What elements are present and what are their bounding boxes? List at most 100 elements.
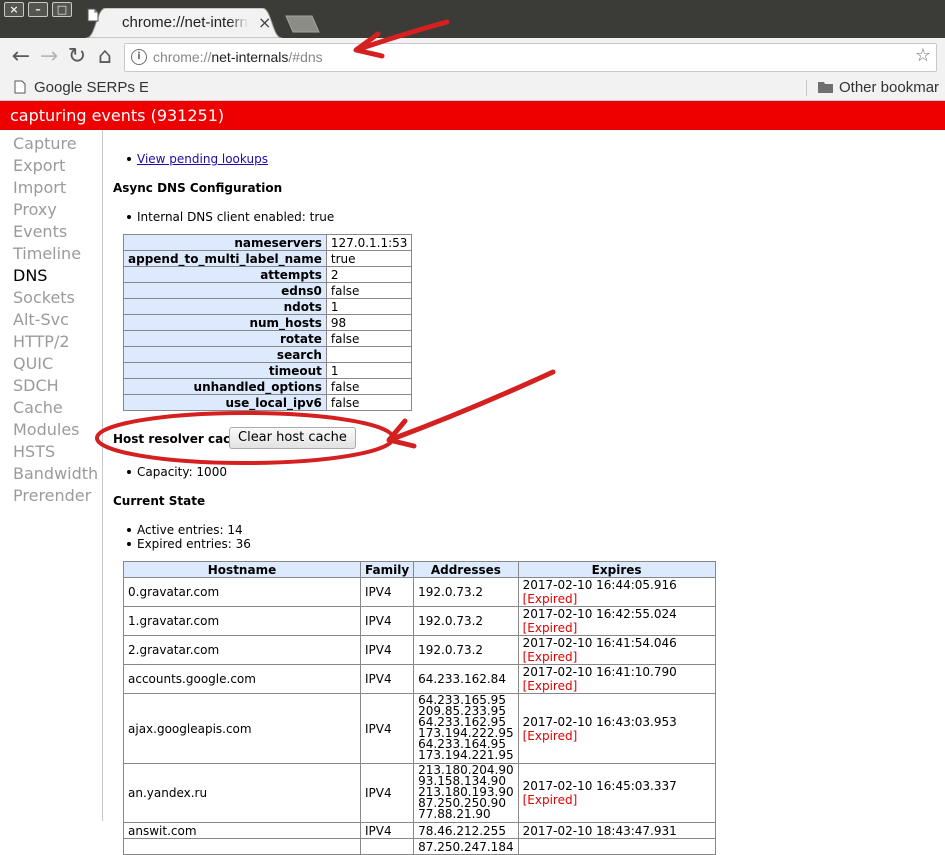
sidebar-item-alt-svc[interactable]: Alt-Svc (0, 309, 102, 331)
expires-cell: 2017-02-10 16:42:55.024 [Expired] (517, 606, 716, 636)
config-key: edns0 (123, 282, 327, 299)
bookmark-label: Google SERPs Ex (34, 79, 148, 96)
family-cell: IPV4 (359, 822, 415, 839)
expires-time: 2017-02-10 16:41:54.046 (522, 636, 677, 650)
expired-badge: [Expired] (522, 728, 578, 743)
table-row: 87.250.247.184 (123, 838, 716, 855)
expires-cell (517, 838, 716, 855)
config-value: 98 (325, 314, 413, 331)
forward-arrow-icon[interactable]: → (36, 42, 62, 72)
sidebar-item-prerender[interactable]: Prerender (0, 485, 102, 507)
tab-strip: × – □ chrome://net-internals/#dns × (0, 0, 945, 38)
config-key: unhandled_options (123, 378, 327, 395)
maximize-window-button[interactable]: □ (52, 2, 72, 17)
family-cell: IPV4 (359, 693, 415, 764)
sidebar-item-bandwidth[interactable]: Bandwidth (0, 463, 102, 485)
address: 78.46.212.255 (418, 823, 506, 838)
address: 173.194.221.95 (418, 748, 514, 762)
config-value: 1 (325, 298, 413, 315)
url-scheme: chrome:// (153, 49, 212, 65)
sidebar-item-sdch[interactable]: SDCH (0, 375, 102, 397)
config-key: rotate (123, 330, 327, 347)
config-row: rotate false (123, 330, 413, 347)
table-row: 1.gravatar.com IPV4 192.0.73.2 2017-02-10 1… (123, 606, 716, 636)
toolbar: ← → ↻ ⌂ i chrome://net-internals/#dns ☆ (0, 38, 945, 76)
tab-net-internals[interactable]: chrome://net-internals/#dns × (86, 8, 282, 38)
sidebar-item-export[interactable]: Export (0, 155, 102, 177)
expires-cell: 2017-02-10 16:45:03.337 [Expired] (517, 763, 716, 823)
column-header[interactable]: Hostname (123, 561, 361, 578)
bookmarks-bar: Google SERPs Ex Other bookmar (0, 76, 945, 101)
address-bar[interactable]: i chrome://net-internals/#dns ☆ (124, 43, 937, 72)
sidebar-item-modules[interactable]: Modules (0, 419, 102, 441)
active-entries: Active entries: 14 (103, 523, 503, 537)
new-tab-button[interactable] (282, 15, 322, 33)
home-icon[interactable]: ⌂ (92, 42, 118, 72)
config-value: 1 (325, 362, 413, 379)
config-row: timeout 1 (123, 362, 413, 379)
column-header[interactable]: Family (359, 561, 415, 578)
sidebar-item-cache[interactable]: Cache (0, 397, 102, 419)
sidebar-item-events[interactable]: Events (0, 221, 102, 243)
sidebar-item-quic[interactable]: QUIC (0, 353, 102, 375)
other-bookmarks-label: Other bookmar (839, 79, 940, 96)
config-key: search (123, 346, 327, 363)
config-key: ndots (123, 298, 327, 315)
sidebar-list: Capture Export Import Proxy Events Timeline DN… (0, 130, 102, 507)
sidebar-item-sockets[interactable]: Sockets (0, 287, 102, 309)
current-state-heading: Current State (113, 494, 206, 508)
family-cell: IPV4 (359, 606, 415, 636)
config-row: search (123, 346, 413, 363)
column-header[interactable]: Expires (517, 561, 716, 578)
minimize-window-button[interactable]: – (28, 2, 48, 17)
family-cell: IPV4 (359, 577, 415, 607)
other-bookmarks[interactable]: Other bookmar (818, 76, 945, 100)
host-cache-table: Hostname Family Addresses Expires 0.gravata… (123, 561, 716, 855)
sidebar-item-http-2[interactable]: HTTP/2 (0, 331, 102, 353)
sidebar-item-hsts[interactable]: HSTS (0, 441, 102, 463)
address: 77.88.21.90 (418, 807, 491, 821)
config-value: false (325, 282, 413, 299)
tab-close-icon[interactable]: × (258, 14, 271, 32)
back-arrow-icon[interactable]: ← (8, 42, 34, 72)
address: 192.0.73.2 (418, 585, 484, 599)
config-value: true (325, 250, 413, 267)
hostname-cell: accounts.google.com (123, 664, 361, 694)
view-pending-lookups-link[interactable]: View pending lookups (137, 152, 268, 166)
expires-time: 2017-02-10 16:45:03.337 (522, 779, 677, 793)
sidebar-item-timeline[interactable]: Timeline (0, 243, 102, 265)
config-row: unhandled_options false (123, 378, 413, 395)
config-value: false (325, 394, 413, 411)
expired-badge: [Expired] (522, 793, 578, 807)
config-key: timeout (123, 362, 327, 379)
config-key: use_local_ipv6 (123, 394, 327, 411)
sidebar-item-capture[interactable]: Capture (0, 133, 102, 155)
clear-host-cache-button[interactable]: Clear host cache (229, 427, 356, 449)
bookmark-star-icon[interactable]: ☆ (915, 45, 931, 67)
info-icon[interactable]: i (131, 49, 147, 65)
sidebar-item-dns[interactable]: DNS (0, 265, 102, 287)
addresses-cell: 87.250.247.184 (413, 838, 519, 855)
bookmark-item[interactable]: Google SERPs Ex (14, 76, 148, 100)
table-row: an.yandex.ru IPV4 213.180.204.90 93.158.134… (123, 763, 716, 823)
sidebar-item-proxy[interactable]: Proxy (0, 199, 102, 221)
sidebar: Capture Export Import Proxy Events Timeline DN… (0, 130, 103, 821)
config-key: append_to_multi_label_name (123, 250, 327, 267)
async-list: Internal DNS client enabled: true (103, 210, 503, 224)
config-row: attempts 2 (123, 266, 413, 283)
hostname-cell: answit.com (123, 822, 361, 839)
config-row: append_to_multi_label_name true (123, 250, 413, 267)
config-row: ndots 1 (123, 298, 413, 315)
dns-config-table: nameservers 127.0.1.1:53 append_to_multi_l… (123, 234, 413, 411)
page-icon (87, 8, 99, 22)
table-row: 2.gravatar.com IPV4 192.0.73.2 2017-02-10 1… (123, 635, 716, 665)
address: 64.233.162.84 (418, 672, 506, 686)
tab-title: chrome://net-internals/#dns (122, 14, 248, 31)
address-url: chrome://net-internals/#dns (153, 47, 323, 67)
column-header[interactable]: Addresses (413, 561, 519, 578)
sidebar-item-import[interactable]: Import (0, 177, 102, 199)
reload-icon[interactable]: ↻ (64, 42, 90, 72)
hostname-cell: 0.gravatar.com (123, 577, 361, 607)
close-window-button[interactable]: × (4, 2, 24, 17)
expires-cell: 2017-02-10 16:41:54.046 [Expired] (517, 635, 716, 665)
